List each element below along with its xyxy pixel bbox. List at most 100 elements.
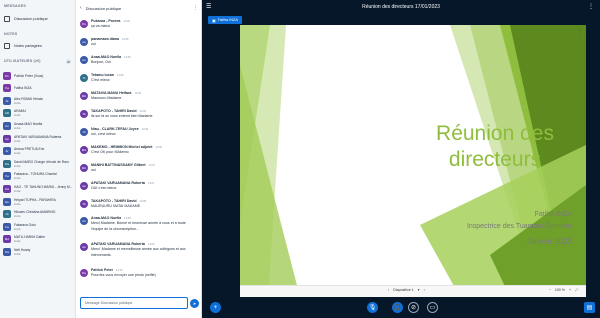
user-list-item[interactable]: HA HAO - TE TAHUNO MARIU - Jenny M... invi…: [3, 183, 73, 194]
slide-select[interactable]: Diapositive 1: [393, 288, 414, 292]
slide-role: Inspectrice des Tuamotu Gambier: [466, 223, 572, 230]
user-role: invité: [14, 100, 21, 105]
user-list-item[interactable]: MA MATU-HARIM Câline invité: [3, 234, 73, 245]
avatar: An: [3, 121, 11, 130]
message-body: MANIHI BATTINASSAMY Gilbert 13:07 oui: [91, 163, 155, 174]
avatar: TA: [80, 110, 88, 118]
avatar: MA: [80, 164, 88, 172]
camera-off-icon: ⊘: [410, 305, 417, 311]
user-list-item[interactable]: Al Alex ROMAI Hiriata invité: [3, 95, 73, 106]
message-body: panamaea diana 13:06 oui: [91, 37, 128, 48]
zoom-controls: − 100 % + ⤢: [549, 288, 578, 292]
user-list-item[interactable]: Pe Patrick Peter (Vous): [3, 70, 73, 81]
user-list-item[interactable]: Fa Fatiha INZA: [3, 83, 73, 94]
next-slide-button[interactable]: ›: [424, 288, 425, 292]
avatar: Ar: [3, 147, 11, 156]
user-info: ARAMU invité: [14, 109, 26, 117]
user-role: invité: [14, 176, 21, 181]
message-body: TAKAPOTO - TAHIRI David 13:08 MAURUURU MAT…: [91, 199, 146, 210]
user-role: invité: [14, 226, 21, 231]
bottom-toolbar: + 🎙 🎧 ⊘ ▭ ▤: [202, 297, 600, 318]
chat-message: Ni Niau - CLARK-TEFAU Joyce 13:06 oui, c'es…: [80, 127, 198, 138]
camera-button[interactable]: ⊘: [408, 302, 419, 313]
zoom-in-button[interactable]: +: [569, 288, 571, 292]
presentation-slide: Réunion des directeurs Fatiha INZA Inspe…: [240, 25, 586, 297]
message-body: Tetamu lucan 13:06 C'est mieux: [91, 73, 123, 84]
user-role: invité: [14, 251, 21, 256]
user-role: invité: [14, 214, 21, 219]
screen-share-button[interactable]: ▭: [427, 302, 438, 313]
zoom-level: 100 %: [554, 288, 566, 292]
presenter-icon: ▣: [212, 18, 216, 23]
avatar: Fa: [3, 172, 11, 181]
send-message-button[interactable]: ➤: [190, 299, 199, 308]
user-list-item[interactable]: An Anasa-MAO Noella invité: [3, 120, 73, 131]
avatar: Fa: [3, 84, 11, 93]
users-count-badge: 20: [66, 59, 71, 64]
message-text: ça va mieux: [91, 24, 111, 28]
chat-message: MA MANIHI BATTINASSAMY Gilbert 13:07 oui: [80, 163, 198, 174]
chevron-down-icon: ▾: [417, 288, 420, 292]
audio-button[interactable]: 🎧: [392, 302, 403, 313]
slide-title-line2: directeurs: [448, 148, 542, 171]
microphone-icon: 🎙: [368, 305, 377, 311]
shared-notes-nav[interactable]: Notes partagées: [4, 41, 42, 50]
avatar: An: [80, 217, 88, 225]
user-info: Fatiha INZA: [14, 86, 32, 90]
user-list-item[interactable]: Hi Hikueru Christina AMARING invité: [3, 209, 73, 220]
microphone-button[interactable]: 🎙: [367, 302, 378, 313]
chat-message: An Anaa-MAO Noella 13:06 Bonjour, Oui: [80, 55, 198, 66]
fit-to-width-icon[interactable]: ⤢: [575, 288, 578, 292]
avatar: HA: [3, 184, 11, 193]
user-info: Anasa-MAO Noella invité: [14, 122, 42, 130]
message-body: MAKEMO - HEIMBON Michel adjoint 13:06 C'es…: [91, 145, 162, 156]
user-role: invité: [14, 163, 21, 168]
slide-controls: ‹ Diapositive 1 ▾ › − 100 % + ⤢: [240, 285, 586, 297]
user-name: Fatiha INZA: [14, 86, 32, 91]
user-list-item[interactable]: Fa Fakarava Gotu invité: [3, 221, 73, 232]
message-body: Patrick Peter 13:10 Pourriez-vous envoyer …: [91, 268, 156, 279]
avatar: MA: [3, 235, 11, 244]
user-list-item[interactable]: AR ARAMU invité: [3, 108, 73, 119]
user-info: David MARO Chargé d'école de Raro invité: [14, 160, 69, 168]
user-list-item[interactable]: Na Nefi Huany invité: [3, 246, 73, 257]
user-info: Nefi Huany invité: [14, 248, 30, 256]
top-bar: ☰ Réunion des directeurs 17/01/2023 ⋮ ▣ …: [202, 0, 600, 26]
user-list-item[interactable]: Ap APATAKI VARUAMANA Roberta invité: [3, 133, 73, 144]
slide-title: Réunion des directeurs: [420, 121, 570, 173]
public-chat-nav[interactable]: Discussion publique: [4, 14, 48, 23]
previous-slide-button[interactable]: ‹: [388, 288, 389, 292]
user-list-item[interactable]: Fa Fakarava - TOHURA Chantal invité: [3, 171, 73, 182]
chevron-left-icon[interactable]: ‹: [80, 5, 82, 11]
shared-notes-label: Notes partagées: [14, 43, 42, 48]
user-list-item[interactable]: Ar Arutua FRETUA Eric invité: [3, 146, 73, 157]
user-info: Arutua FRETUA Eric invité: [14, 147, 44, 155]
message-body: Niau - CLARK-TEFAU Joyce 13:06 oui, c'est …: [91, 127, 148, 138]
user-info: Alex ROMAI Hiriata invité: [14, 97, 43, 105]
message-text: C'est mieux: [91, 78, 110, 82]
avatar: AR: [3, 109, 11, 118]
meeting-title: Réunion des directeurs 17/01/2023: [362, 4, 440, 10]
send-icon: ➤: [192, 301, 197, 306]
public-chat-label: Discussion publique: [14, 16, 48, 21]
slide-menu-icon[interactable]: ⋮: [577, 28, 583, 37]
notes-icon: [4, 42, 10, 49]
zoom-out-button[interactable]: −: [549, 288, 551, 292]
actions-button[interactable]: +: [210, 302, 221, 313]
user-role: invité: [14, 125, 21, 130]
options-icon[interactable]: ⋮: [588, 3, 594, 10]
user-list-item[interactable]: Da David MARO Chargé d'école de Raro invit…: [3, 158, 73, 169]
presenter-tag: ▣ Fatiha INZA: [208, 16, 242, 24]
more-options-icon[interactable]: ⋮: [193, 5, 198, 11]
presentation-toggle-button[interactable]: ▤: [584, 302, 595, 313]
avatar: He: [3, 197, 11, 206]
avatar: Pa: [80, 269, 88, 277]
avatar: MA: [80, 92, 88, 100]
message-body: APATAKI VARUAMANA Roberta 13:09 Merci ,Mad…: [91, 242, 198, 258]
users-section-title: UTILISATEURS (20): [4, 59, 41, 63]
user-info: HAO - TE TAHUNO MARIU - Jenny M... invité: [14, 185, 72, 193]
user-list-item[interactable]: He Heipari TUPHA - PARAHIRA invité: [3, 196, 73, 207]
avatar: Pu: [80, 20, 88, 28]
slide-date: Janvier 2023: [526, 237, 572, 246]
chat-message-input[interactable]: [80, 297, 188, 309]
